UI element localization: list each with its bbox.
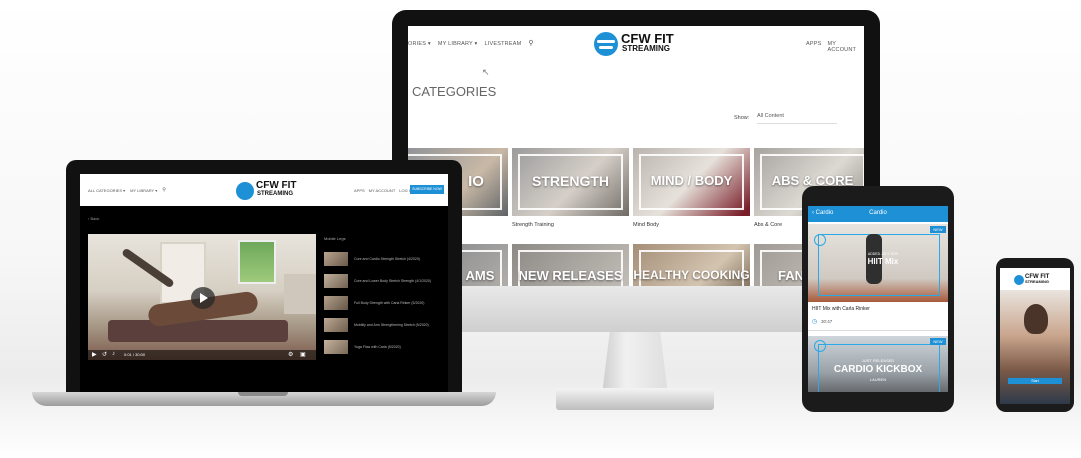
laptop-notch xyxy=(238,392,288,396)
logo-mark xyxy=(594,32,620,58)
video-player[interactable]: ▶ ↺ ♪ 0:01 / 30:00 ⚙ ▣ xyxy=(88,234,316,360)
search-icon[interactable]: ⚲ xyxy=(528,40,533,47)
playlist-item[interactable]: Core and Lower Body Stretch Strength (4/… xyxy=(324,270,442,292)
nav-my-library[interactable]: MY LIBRARY ▾ xyxy=(130,188,157,193)
show-label: Show: xyxy=(734,115,750,121)
tile-caption: Abs & Core xyxy=(754,222,783,228)
search-icon[interactable]: ⚲ xyxy=(162,188,166,193)
card-overlay-small: JUST RELEASED xyxy=(861,358,895,363)
nav-all-categories[interactable]: ALL CATEGORIES ▾ xyxy=(88,188,125,193)
play-icon[interactable] xyxy=(191,287,215,309)
video-mat xyxy=(108,320,288,342)
playlist-item-label: Mobility and Arm Strengthening Stretch (… xyxy=(354,323,429,327)
divider xyxy=(808,330,948,331)
playlist-header: Mobile Legs xyxy=(324,236,346,241)
playlist-item[interactable]: Core and Cardio Strength Stretch (4/2020… xyxy=(324,248,442,270)
playlist: Core and Cardio Strength Stretch (4/2020… xyxy=(324,248,442,358)
playlist-item-label: Yoga Flow with Carla (5/2020) xyxy=(354,345,401,349)
logo-line-2: STREAMING xyxy=(1025,279,1049,284)
category-tile-mind-body[interactable]: MIND / BODY xyxy=(633,148,750,216)
logo-line-1: CFW FIT xyxy=(256,180,297,191)
nav-categories[interactable]: ORIES ▾ xyxy=(408,41,431,47)
tile-label: MIND / BODY xyxy=(650,173,733,188)
video-window xyxy=(238,240,276,284)
tile-label: STRENGTH xyxy=(532,173,609,189)
tile-label: NEW RELEASES xyxy=(518,268,623,283)
playlist-item[interactable]: Mobility and Arm Strengthening Stretch (… xyxy=(324,314,442,336)
playlist-item-label: Full Body Strength with Carla Rinker (5/… xyxy=(354,301,425,305)
playlist-item[interactable]: Full Body Strength with Carla Rinker (5/… xyxy=(324,292,442,314)
show-select[interactable]: All Content xyxy=(757,113,837,124)
card-overlay-big: HIIT Mix xyxy=(867,257,899,266)
playlist-thumb xyxy=(324,318,348,332)
card-progress-icon xyxy=(814,340,826,352)
logo-line-2: STREAMING xyxy=(622,44,670,53)
playlist-thumb xyxy=(324,252,348,266)
laptop-nav-right: APPS MY ACCOUNT LOG OUT xyxy=(354,188,417,193)
video-card[interactable]: ADDED JULY 2020 HIIT Mix NEW xyxy=(808,224,948,302)
category-tile-new-releases[interactable]: NEW RELEASES xyxy=(512,244,629,286)
playlist-thumb xyxy=(324,296,348,310)
laptop-screen: ALL CATEGORIES ▾ MY LIBRARY ▾ ⚲ CFW FIT … xyxy=(80,174,448,392)
card-title: HIIT Mix with Carla Rinker xyxy=(812,306,870,312)
new-badge: NEW xyxy=(930,226,946,233)
page-title: CATEGORIES xyxy=(412,84,497,99)
video-card[interactable]: NEW JUST RELEASED CARDIO KICKBOX LAUREN xyxy=(808,336,948,392)
back-link[interactable]: ‹ Back xyxy=(88,216,99,221)
logo-mark xyxy=(1014,275,1024,285)
card-overlay-big: CARDIO KICKBOX xyxy=(833,364,923,375)
player-time: 0:01 / 30:00 xyxy=(124,352,146,357)
new-badge: NEW xyxy=(930,338,946,345)
phone-screen: CFW FIT STREAMING Start xyxy=(1000,268,1070,404)
card-duration: 30:47 xyxy=(821,319,833,324)
nav-livestream[interactable]: LIVESTREAM xyxy=(485,41,522,47)
laptop-nav-left: ALL CATEGORIES ▾ MY LIBRARY ▾ ⚲ xyxy=(88,188,166,194)
fullscreen-icon[interactable]: ▣ xyxy=(300,351,306,358)
card-overlay-name: LAUREN xyxy=(869,377,887,382)
video-couch xyxy=(284,274,316,314)
nav-my-library[interactable]: MY LIBRARY ▾ xyxy=(438,41,478,47)
card-progress-icon xyxy=(814,234,826,246)
desktop-nav-left: ORIES ▾ MY LIBRARY ▾ LIVESTREAM ⚲ xyxy=(408,40,534,47)
monitor-stand-foot xyxy=(556,388,714,410)
desktop-screen: ORIES ▾ MY LIBRARY ▾ LIVESTREAM ⚲ CFW FI… xyxy=(408,26,864,286)
tile-caption: Mind Body xyxy=(633,222,659,228)
rewind-icon[interactable]: ↺ xyxy=(102,351,107,358)
phone-cta-button[interactable]: Start xyxy=(1008,378,1062,384)
phone-hero-person xyxy=(1024,304,1048,334)
nav-apps[interactable]: APPS xyxy=(806,41,821,53)
tablet-screen: ‹ Cardio Cardio ADDED JULY 2020 HIIT Mix… xyxy=(808,206,948,392)
settings-icon[interactable]: ⚙ xyxy=(288,351,293,358)
playlist-item[interactable]: Yoga Flow with Carla (5/2020) xyxy=(324,336,442,358)
tablet-title: Cardio xyxy=(869,210,887,216)
card-overlay-small: ADDED JULY 2020 xyxy=(867,252,899,256)
play-control-icon[interactable]: ▶ xyxy=(92,351,97,358)
cursor-icon: ↖ xyxy=(482,67,490,77)
nav-my-account[interactable]: MY ACCOUNT xyxy=(827,41,864,53)
category-tile-healthy-cooking[interactable]: HEALTHY COOKING xyxy=(633,244,750,286)
nav-apps[interactable]: APPS xyxy=(354,188,365,193)
tile-caption: Strength Training xyxy=(512,222,554,228)
player-controls xyxy=(88,350,316,360)
subscribe-button[interactable]: SUBSCRIBE NOW xyxy=(410,185,444,194)
logo-mark xyxy=(236,182,254,200)
playlist-thumb xyxy=(324,340,348,354)
category-tile-strength[interactable]: STRENGTH xyxy=(512,148,629,216)
playlist-thumb xyxy=(324,274,348,288)
volume-icon[interactable]: ♪ xyxy=(112,351,115,357)
clock-icon: ◷ xyxy=(812,319,818,325)
playlist-item-label: Core and Cardio Strength Stretch (4/2020… xyxy=(354,257,420,261)
playlist-item-label: Core and Lower Body Stretch Strength (4/… xyxy=(354,279,432,283)
nav-my-account[interactable]: MY ACCOUNT xyxy=(369,188,396,193)
desktop-nav-right: APPS MY ACCOUNT xyxy=(806,41,864,53)
logo-line-2: STREAMING xyxy=(257,191,293,197)
tile-label: HEALTHY COOKING xyxy=(633,268,750,282)
